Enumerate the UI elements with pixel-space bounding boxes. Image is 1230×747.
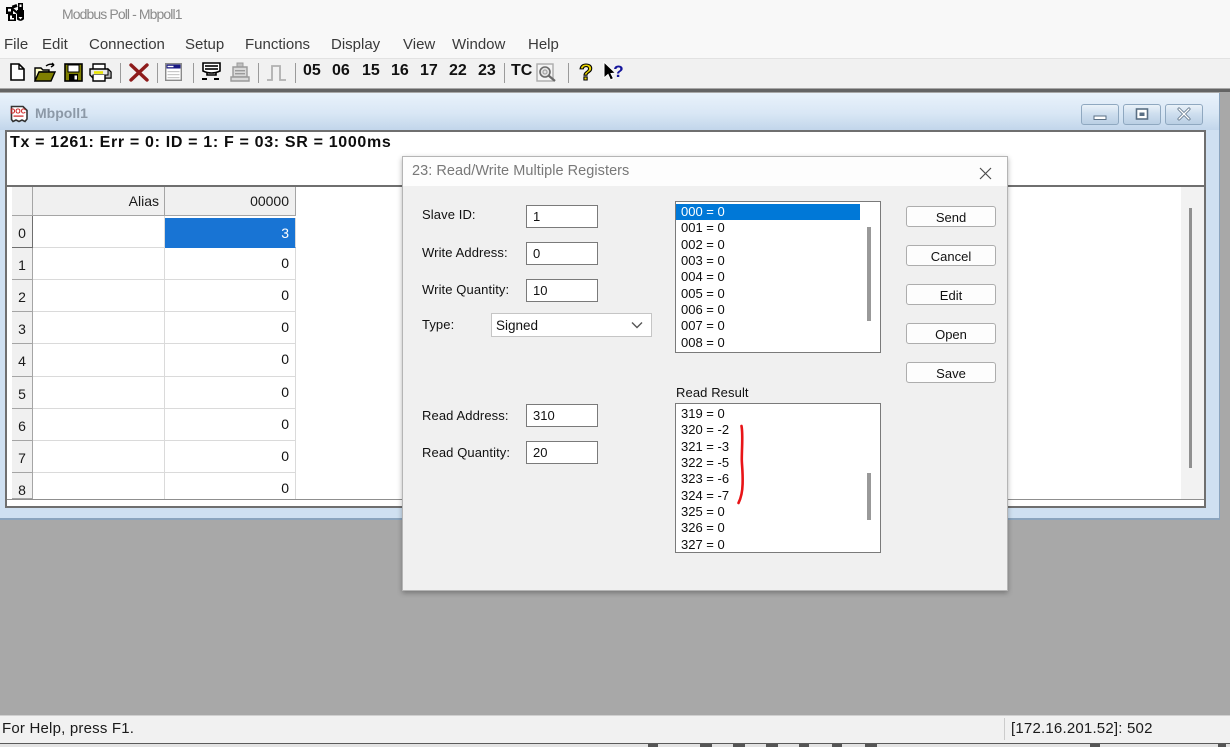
svg-text:?: ?	[579, 61, 593, 85]
svg-text:DOC: DOC	[10, 109, 26, 116]
svg-text:?: ?	[613, 62, 623, 81]
